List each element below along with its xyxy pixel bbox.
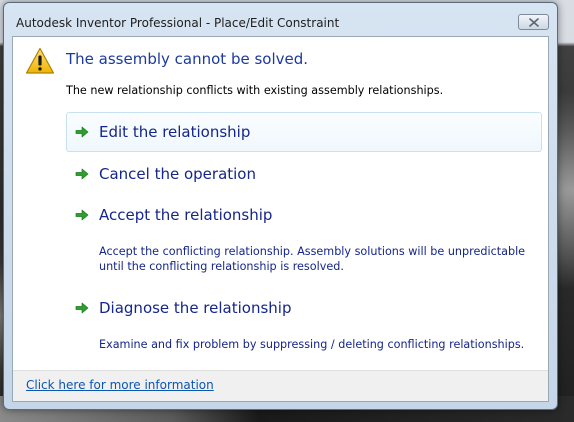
warning-icon <box>25 47 55 74</box>
command-label: Cancel the operation <box>99 165 256 183</box>
content-text: The new relationship conflicts with exis… <box>66 84 444 97</box>
command-label: Accept the relationship <box>99 206 273 224</box>
close-button[interactable] <box>518 14 549 30</box>
command-note: Examine and fix problem by suppressing /… <box>99 338 525 351</box>
title-bar[interactable]: Autodesk Inventor Professional - Place/E… <box>4 3 557 35</box>
command-label: Diagnose the relationship <box>99 299 292 317</box>
command-label: Edit the relationship <box>99 123 251 141</box>
green-arrow-right-icon <box>75 302 89 314</box>
task-dialog-window: Autodesk Inventor Professional - Place/E… <box>3 2 558 410</box>
main-instruction: The assembly cannot be solved. <box>66 50 309 68</box>
command-note: Accept the conflicting relationship. Ass… <box>99 245 526 273</box>
more-information-link[interactable]: Click here for more information <box>26 378 214 392</box>
green-arrow-right-icon <box>75 168 89 180</box>
green-arrow-right-icon <box>75 209 89 221</box>
close-icon <box>528 17 539 27</box>
dialog-client-area: The assembly cannot be solved. The new r… <box>12 36 549 402</box>
command-edit-relationship[interactable]: Edit the relationship <box>66 112 542 152</box>
window-title: Autodesk Inventor Professional - Place/E… <box>16 16 340 30</box>
dialog-footer: Click here for more information <box>13 370 548 401</box>
command-cancel-operation[interactable]: Cancel the operation <box>66 154 542 194</box>
command-accept-relationship[interactable]: Accept the relationship Accept the confl… <box>66 195 542 281</box>
green-arrow-right-icon <box>75 126 89 138</box>
command-diagnose-relationship[interactable]: Diagnose the relationship Examine and fi… <box>66 288 542 358</box>
